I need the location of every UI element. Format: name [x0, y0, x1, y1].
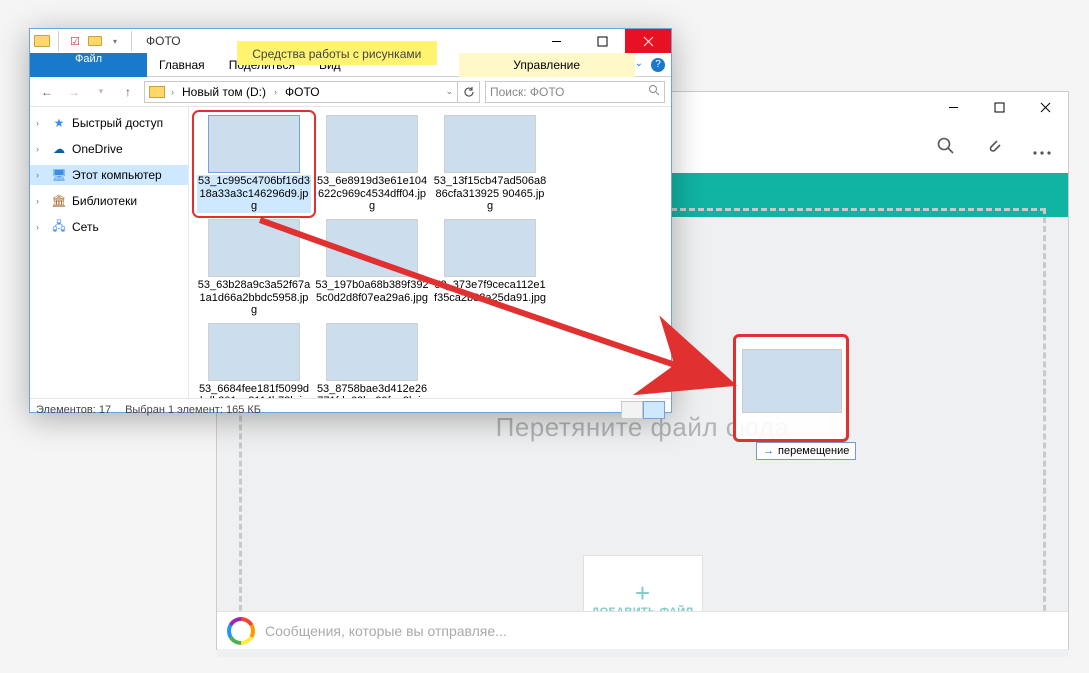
search-icon[interactable] [934, 135, 958, 161]
nav-quick-access[interactable]: ›★Быстрый доступ [30, 113, 188, 133]
address-bar-row: ← → ▾ ↑ › Новый том (D:) › ФОТО ⌄ Поиск:… [30, 77, 671, 107]
file-name: 53_373e7f9ceca112e1f35ca2b38a25da91.jpg [433, 279, 547, 304]
explorer-close-button[interactable] [625, 29, 671, 53]
drag-tooltip-text: перемещение [778, 445, 849, 457]
file-thumbnail [208, 115, 300, 173]
file-thumbnail [326, 115, 418, 173]
close-button[interactable] [1022, 92, 1068, 123]
file-thumbnail [326, 219, 418, 277]
file-name: 53_1c995c4706bf16d318a33a3c146296d9.jpg [197, 175, 311, 213]
context-tab[interactable]: Средства работы с рисунками [237, 41, 437, 65]
nav-recent-button[interactable]: ▾ [90, 81, 112, 103]
network-icon: 🖧 [51, 220, 67, 234]
search-icon [648, 84, 660, 99]
drag-ghost [733, 334, 849, 442]
file-item[interactable]: 53_63b28a9c3a52f67a1a1d66a2bbdc5958.jpg [195, 217, 313, 319]
file-thumbnail [444, 115, 536, 173]
attach-icon[interactable] [982, 135, 1006, 161]
nav-network[interactable]: ›🖧Сеть [30, 217, 188, 237]
search-placeholder: Поиск: ФОТО [490, 85, 565, 99]
file-item[interactable]: 53_6e8919d3e61e104622c969c4534dff04.jpg [313, 113, 431, 215]
drag-tooltip: → перемещение [756, 442, 856, 460]
view-thumbnails-button[interactable] [643, 401, 665, 419]
file-thumbnail [326, 323, 418, 381]
explorer-window: ☑ ▾ ФОТО Средства работы с рисунками Фай… [29, 28, 672, 413]
cloud-icon: ☁ [51, 142, 67, 156]
window-title: ФОТО [146, 34, 181, 48]
status-bar: Элементов: 17 Выбран 1 элемент: 165 КБ [30, 398, 671, 420]
view-details-button[interactable] [621, 401, 643, 419]
message-bar: Сообщения, которые вы отправляе... [217, 611, 1068, 649]
status-selection: Выбран 1 элемент: 165 КБ [125, 404, 261, 416]
nav-forward-button[interactable]: → [63, 81, 85, 103]
file-thumbnail [444, 219, 536, 277]
nav-this-pc[interactable]: ›🖥Этот компьютер [30, 165, 188, 185]
message-placeholder[interactable]: Сообщения, которые вы отправляе... [265, 623, 507, 639]
minimize-button[interactable] [930, 92, 976, 123]
chevron-right-icon[interactable]: › [272, 87, 279, 97]
more-icon[interactable] [1030, 135, 1054, 161]
file-name: 53_8758bae3d412e26771fde63be99faa3b.jpg [315, 383, 429, 398]
explorer-titlebar: ☑ ▾ ФОТО Средства работы с рисунками [30, 29, 671, 53]
nav-pane: ›★Быстрый доступ ›☁OneDrive ›🖥Этот компь… [30, 107, 189, 398]
file-name: 53_63b28a9c3a52f67a1a1d66a2bbdc5958.jpg [197, 279, 311, 317]
libraries-icon: 🏛 [51, 194, 67, 208]
file-name: 53_197b0a68b389f3925c0d2d8f07ea29a6.jpg [315, 279, 429, 304]
folder-icon [34, 35, 50, 47]
ribbon-tab-manage[interactable]: Управление [459, 53, 635, 77]
address-bar[interactable]: › Новый том (D:) › ФОТО ⌄ [144, 81, 458, 103]
qat-folder-icon[interactable] [87, 33, 103, 49]
help-icon[interactable]: ? [651, 58, 665, 72]
pc-icon: 🖥 [51, 168, 67, 182]
explorer-maximize-button[interactable] [579, 29, 625, 53]
refresh-button[interactable] [458, 81, 480, 103]
file-thumbnail [208, 219, 300, 277]
file-item[interactable]: 53_13f15cb47ad506a886cfa313925 90465.jpg [431, 113, 549, 215]
maximize-button[interactable] [976, 92, 1022, 123]
nav-up-button[interactable]: ↑ [117, 81, 139, 103]
status-item-count: Элементов: 17 [36, 404, 111, 416]
explorer-minimize-button[interactable] [533, 29, 579, 53]
ribbon-tab-home[interactable]: Главная [147, 53, 217, 77]
file-name: 53_6684fee181f5099dbdb301ce8114b78b.jpg [197, 383, 311, 398]
file-item[interactable]: 53_6684fee181f5099dbdb301ce8114b78b.jpg [195, 321, 313, 398]
header-actions [934, 135, 1054, 161]
ribbon-expand-icon[interactable]: ⌄ [635, 58, 643, 72]
file-item[interactable]: 53_8758bae3d412e26771fde63be99faa3b.jpg [313, 321, 431, 398]
nav-back-button[interactable]: ← [36, 81, 58, 103]
quick-access-toolbar: ☑ ▾ [30, 31, 140, 51]
plus-icon: + [635, 580, 650, 606]
nav-libraries[interactable]: ›🏛Библиотеки [30, 191, 188, 211]
arrow-right-icon: → [763, 445, 774, 457]
star-icon: ★ [51, 116, 67, 130]
emoji-icon[interactable] [227, 617, 255, 645]
drive-icon [149, 86, 165, 98]
breadcrumb-drive[interactable]: Новый том (D:) [180, 85, 268, 99]
file-pane[interactable]: 53_1c995c4706bf16d318a33a3c146296d9.jpg5… [189, 107, 671, 398]
nav-onedrive[interactable]: ›☁OneDrive [30, 139, 188, 159]
qat-dropdown-icon[interactable]: ▾ [107, 33, 123, 49]
file-name: 53_6e8919d3e61e104622c969c4534dff04.jpg [315, 175, 429, 213]
file-item[interactable]: 53_1c995c4706bf16d318a33a3c146296d9.jpg [195, 113, 313, 215]
file-item[interactable]: 53_197b0a68b389f3925c0d2d8f07ea29a6.jpg [313, 217, 431, 319]
file-thumbnail [208, 323, 300, 381]
file-name: 53_13f15cb47ad506a886cfa313925 90465.jpg [433, 175, 547, 213]
breadcrumb-folder[interactable]: ФОТО [283, 85, 322, 99]
chevron-right-icon[interactable]: › [169, 87, 176, 97]
drag-thumbnail [742, 349, 842, 413]
search-input[interactable]: Поиск: ФОТО [485, 81, 665, 103]
file-item[interactable]: 53_373e7f9ceca112e1f35ca2b38a25da91.jpg [431, 217, 549, 319]
qat-checkbox-icon[interactable]: ☑ [67, 33, 83, 49]
address-dropdown-icon[interactable]: ⌄ [445, 86, 453, 97]
ribbon-tab-file[interactable]: Файл [30, 53, 147, 77]
